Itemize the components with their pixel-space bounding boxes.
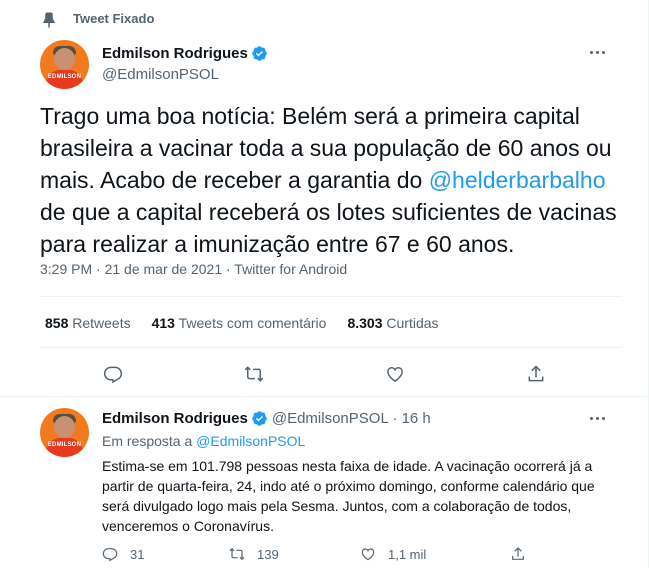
reply-avatar[interactable]: EDMILSON xyxy=(40,408,89,457)
like-button[interactable] xyxy=(384,363,406,385)
retweet-icon xyxy=(244,366,264,382)
author-block: Edmilson Rodrigues @EdmilsonPSOL xyxy=(102,45,268,83)
quotes-stat[interactable]: 413 Tweets com comentário xyxy=(152,315,327,331)
reply-share-button[interactable] xyxy=(510,546,538,562)
author-handle[interactable]: @EdmilsonPSOL xyxy=(102,66,268,83)
reply-author-row: Edmilson Rodrigues @EdmilsonPSOL · 16 h xyxy=(102,410,431,427)
divider xyxy=(40,347,622,348)
more-dot-icon xyxy=(589,50,593,54)
reply-mention-link[interactable]: @EdmilsonPSOL xyxy=(196,433,305,449)
reply-more-options-button[interactable] xyxy=(587,408,607,428)
like-count: 1,1 mil xyxy=(388,546,427,562)
reply-handle-time[interactable]: @EdmilsonPSOL · 16 h xyxy=(272,410,431,427)
share-icon xyxy=(528,365,544,382)
share-icon xyxy=(512,547,524,560)
tweet-separator xyxy=(0,396,649,397)
reply-context: Em resposta a @EdmilsonPSOL xyxy=(102,433,306,449)
display-name[interactable]: Edmilson Rodrigues xyxy=(102,45,248,62)
reply-icon xyxy=(103,366,123,384)
reply-icon xyxy=(102,548,118,562)
more-options-button[interactable] xyxy=(587,42,607,62)
tweet-stats: 858 Retweets 413 Tweets com comentário 8… xyxy=(45,315,460,331)
more-dot-icon xyxy=(589,416,593,420)
author-name[interactable]: Edmilson Rodrigues xyxy=(102,45,268,62)
mention-link[interactable]: @helderbarbalho xyxy=(429,167,606,193)
reply-like-button[interactable]: 1,1 mil xyxy=(360,546,426,562)
tweet-meta[interactable]: 3:29 PM · 21 de mar de 2021 · Twitter fo… xyxy=(40,261,347,277)
reply-display-name[interactable]: Edmilson Rodrigues xyxy=(102,410,248,427)
reply-actions: 31 139 1,1 mil xyxy=(0,545,649,565)
heart-icon xyxy=(361,548,375,561)
heart-icon xyxy=(387,367,403,382)
verified-badge-icon xyxy=(252,46,267,61)
retweets-stat[interactable]: 858 Retweets xyxy=(45,315,131,331)
avatar-brand-text: EDMILSON xyxy=(47,74,82,80)
pinned-label: Tweet Fixado xyxy=(73,11,155,26)
retweet-icon xyxy=(229,547,245,561)
reply-count: 31 xyxy=(130,546,145,562)
likes-stat[interactable]: 8.303 Curtidas xyxy=(347,315,438,331)
retweet-count: 139 xyxy=(257,546,279,562)
pin-icon xyxy=(42,12,56,29)
share-button[interactable] xyxy=(525,363,547,385)
verified-badge-icon xyxy=(252,411,267,426)
retweet-button[interactable] xyxy=(243,363,265,385)
avatar[interactable]: EDMILSON xyxy=(40,40,89,89)
divider xyxy=(40,296,622,297)
tweet-actions xyxy=(0,360,649,388)
reply-retweet-button[interactable]: 139 xyxy=(229,546,279,562)
avatar-brand-text: EDMILSON xyxy=(47,442,82,448)
reply-text: Estima-se em 101.798 pessoas nesta faixa… xyxy=(102,458,595,534)
reply-button[interactable] xyxy=(102,363,124,385)
reply-reply-button[interactable]: 31 xyxy=(102,546,144,562)
tweet-text: Trago uma boa notícia: Belém será a prim… xyxy=(40,103,617,257)
